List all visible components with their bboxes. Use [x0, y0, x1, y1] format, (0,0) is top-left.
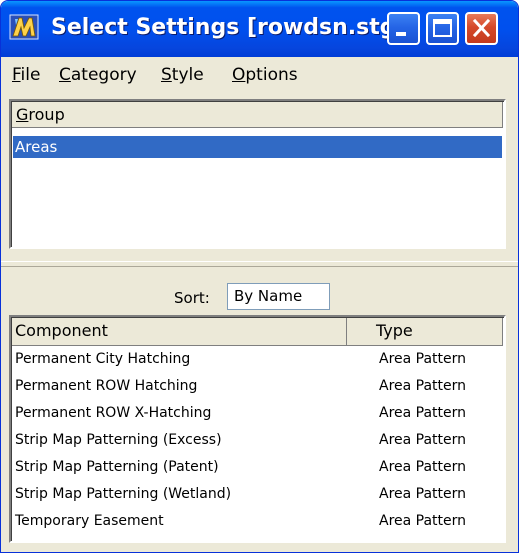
- maximize-button[interactable]: [426, 12, 459, 45]
- component-column-header[interactable]: Component: [12, 318, 347, 345]
- table-row[interactable]: Strip Map Patterning (Excess) Area Patte…: [13, 428, 502, 452]
- sort-label-text: Sort:: [174, 289, 210, 307]
- component-name: Temporary Easement: [15, 513, 164, 529]
- component-type: Area Pattern: [379, 486, 467, 502]
- close-icon: [472, 18, 491, 38]
- table-row[interactable]: Strip Map Patterning (Wetland) Area Patt…: [13, 482, 502, 506]
- group-header-label: Group: [16, 105, 65, 124]
- minimize-icon: [396, 32, 406, 36]
- sort-label: Sort:: [174, 288, 210, 308]
- sort-dropdown[interactable]: By Name: [227, 283, 330, 310]
- component-name: Strip Map Patterning (Patent): [15, 459, 219, 475]
- pane-splitter[interactable]: [1, 261, 518, 267]
- menu-style[interactable]: Style: [161, 65, 204, 85]
- group-list[interactable]: Group Areas: [9, 99, 506, 249]
- group-list-item[interactable]: Areas: [13, 136, 502, 158]
- component-type: Area Pattern: [379, 405, 467, 421]
- type-column-header[interactable]: Type: [348, 318, 503, 345]
- table-row[interactable]: Temporary Easement Area Pattern: [13, 509, 502, 533]
- component-name: Strip Map Patterning (Wetland): [15, 486, 232, 502]
- table-row[interactable]: Strip Map Patterning (Patent) Area Patte…: [13, 455, 502, 479]
- title-bar[interactable]: Select Settings [rowdsn.stg]: [1, 1, 518, 57]
- component-type: Area Pattern: [379, 432, 467, 448]
- component-list-header: Component Type: [12, 318, 503, 346]
- select-settings-window: Select Settings [rowdsn.stg] File Catego…: [0, 0, 519, 553]
- component-type: Area Pattern: [379, 459, 467, 475]
- menu-options[interactable]: Options: [232, 65, 298, 85]
- app-icon[interactable]: [9, 13, 41, 43]
- close-button[interactable]: [465, 12, 498, 45]
- group-column-header[interactable]: Group: [12, 102, 503, 128]
- maximize-icon: [433, 19, 452, 37]
- minimize-button[interactable]: [387, 12, 420, 45]
- component-name: Permanent ROW X-Hatching: [15, 405, 212, 421]
- component-name: Permanent ROW Hatching: [15, 378, 198, 394]
- menu-category[interactable]: Category: [59, 65, 137, 85]
- component-type: Area Pattern: [379, 351, 467, 367]
- table-row[interactable]: Permanent ROW Hatching Area Pattern: [13, 374, 502, 398]
- table-row[interactable]: Permanent ROW X-Hatching Area Pattern: [13, 401, 502, 425]
- window-title: Select Settings [rowdsn.stg]: [51, 15, 406, 40]
- component-list[interactable]: Component Type Permanent City Hatching A…: [9, 315, 506, 543]
- table-row[interactable]: Permanent City Hatching Area Pattern: [13, 347, 502, 371]
- component-type: Area Pattern: [379, 378, 467, 394]
- component-name: Strip Map Patterning (Excess): [15, 432, 222, 448]
- component-type: Area Pattern: [379, 513, 467, 529]
- menu-bar: File Category Style Options: [1, 57, 518, 91]
- menu-file[interactable]: File: [12, 65, 40, 85]
- component-name: Permanent City Hatching: [15, 351, 191, 367]
